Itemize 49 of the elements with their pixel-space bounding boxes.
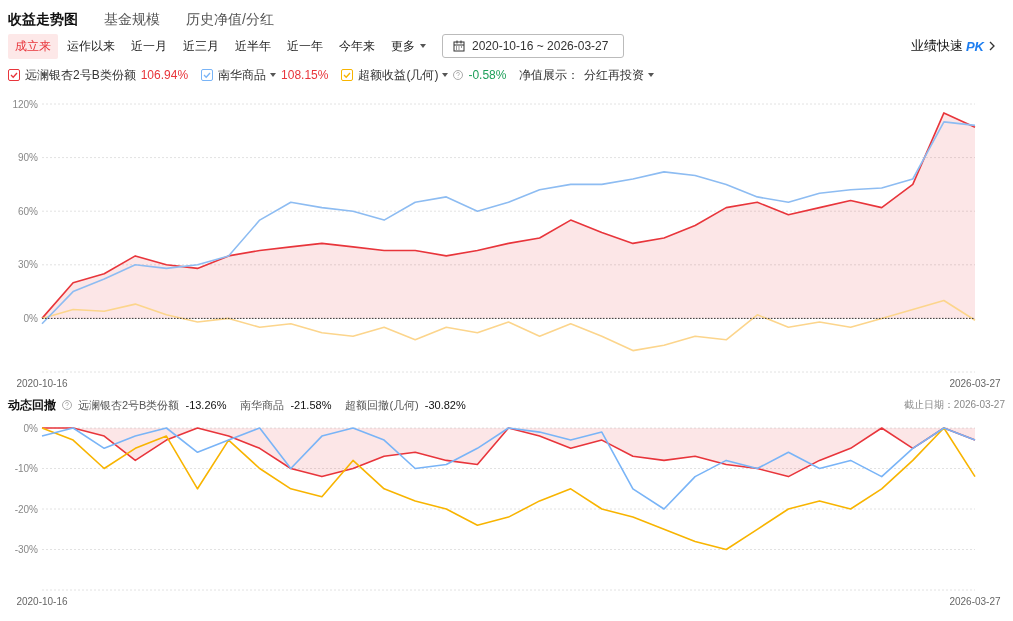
y-axis-label: 120% (12, 98, 38, 110)
drawdown-value: -21.58% (290, 399, 332, 411)
period-button[interactable]: 成立来 (8, 33, 58, 59)
drawdown-value: -30.82% (424, 399, 466, 411)
series-name: 远澜银杏2号B类份额 (78, 397, 180, 413)
y-axis-label: 0% (23, 312, 38, 324)
y-axis-label: 30% (18, 259, 38, 271)
return-value: 106.94% (140, 68, 189, 82)
series-name: 超额回撤(几何) (345, 397, 419, 413)
period-button[interactable]: 近三月 (176, 33, 226, 59)
series-dropdown[interactable]: 南华商品 (218, 66, 277, 84)
drawdown-title: 动态回撤 (8, 396, 56, 414)
y-axis-label: -30% (14, 544, 38, 555)
x-axis-label: 2026-03-27 (949, 378, 1001, 390)
y-axis-label: 90% (18, 152, 38, 164)
series-name: 远澜银杏2号B类份额 (25, 66, 136, 84)
period-button[interactable]: 运作以来 (60, 33, 122, 59)
nav-display-dropdown[interactable]: 分红再投资 (584, 66, 655, 84)
x-axis-label: 2026-03-27 (949, 596, 1001, 608)
period-button[interactable]: 近一年 (280, 33, 330, 59)
series-name: 南华商品 (240, 397, 285, 413)
y-axis-label: 60% (18, 205, 38, 217)
y-axis-label: -20% (14, 503, 38, 515)
performance-pk-link[interactable]: 业绩快速 PK (910, 37, 997, 55)
checkbox[interactable] (8, 69, 20, 81)
series-dropdown[interactable]: 超额收益(几何) (358, 66, 449, 84)
period-button[interactable]: 近一月 (124, 33, 174, 59)
chevron-right-icon (987, 40, 997, 52)
return-value: -0.58% (468, 68, 507, 82)
more-dropdown[interactable]: 更多 (384, 33, 433, 59)
checkbox[interactable] (341, 69, 354, 81)
period-button[interactable]: 今年来 (332, 33, 382, 59)
x-axis-label: 2020-10-16 (16, 596, 68, 608)
y-axis-label: 0% (23, 422, 38, 434)
nav-display-label: 净值展示： (519, 66, 580, 84)
checkbox[interactable] (201, 69, 214, 81)
tab[interactable]: 基金规模 (104, 10, 160, 29)
drawdown-value: -13.26% (185, 399, 227, 411)
tab[interactable]: 收益走势图 (8, 10, 78, 29)
x-axis-label: 2020-10-16 (16, 378, 68, 390)
help-icon[interactable] (62, 400, 72, 410)
date-range-field[interactable]: 2020-10-16 ~ 2026-03-27 (442, 34, 624, 58)
y-axis-label: -10% (14, 463, 38, 474)
return-value: 108.15% (281, 68, 329, 82)
calendar-icon (453, 40, 465, 52)
period-button[interactable]: 近半年 (228, 33, 278, 59)
tab[interactable]: 历史净值/分红 (186, 10, 274, 29)
cutoff-date: 截止日期：2026-03-27 (903, 398, 1005, 412)
help-icon[interactable] (453, 70, 464, 80)
